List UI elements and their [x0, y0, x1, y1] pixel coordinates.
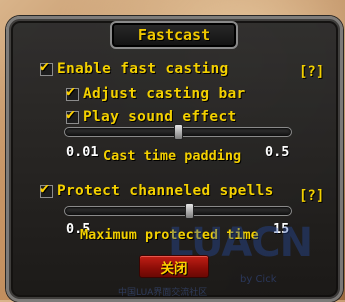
- protect-channeled-checkbox[interactable]: ✔: [40, 180, 53, 198]
- checkmark-icon: ✔: [40, 178, 50, 197]
- watermark-byline: by Cick: [240, 274, 277, 285]
- enable-fast-casting-checkbox[interactable]: ✔: [40, 58, 53, 76]
- adjust-casting-bar-checkbox[interactable]: ✔: [66, 83, 79, 101]
- play-sound-effect-checkbox[interactable]: ✔: [66, 106, 79, 124]
- play-sound-effect-option[interactable]: ✔ Play sound effect: [66, 106, 237, 125]
- watermark-site-name: 中国LUA界面交流社区: [118, 288, 208, 298]
- panel-title: Fastcast: [110, 21, 238, 49]
- cast-time-padding-slider-thumb[interactable]: [174, 124, 183, 140]
- adjust-casting-bar-label: Adjust casting bar: [83, 86, 246, 102]
- enable-fast-casting-label: Enable fast casting: [57, 61, 229, 77]
- help-icon[interactable]: [?]: [299, 64, 324, 80]
- adjust-casting-bar-option[interactable]: ✔ Adjust casting bar: [66, 83, 246, 102]
- protect-channeled-label: Protect channeled spells: [57, 183, 274, 199]
- close-button[interactable]: 关闭: [139, 255, 209, 278]
- max-protected-time-slider-thumb[interactable]: [185, 203, 195, 219]
- cast-time-padding-min: 0.01: [66, 144, 99, 160]
- cast-time-padding-label: Cast time padding: [103, 148, 242, 164]
- checkmark-icon: ✔: [66, 81, 76, 100]
- cast-time-padding-slider[interactable]: [64, 124, 292, 140]
- checkmark-icon: ✔: [40, 56, 50, 75]
- enable-fast-casting-option[interactable]: ✔ Enable fast casting: [40, 58, 229, 77]
- panel-title-text: Fastcast: [137, 26, 211, 44]
- help-icon[interactable]: [?]: [299, 188, 324, 204]
- cast-time-padding-max: 0.5: [265, 144, 290, 160]
- play-sound-effect-label: Play sound effect: [83, 109, 237, 125]
- checkmark-icon: ✔: [66, 104, 76, 123]
- protect-channeled-option[interactable]: ✔ Protect channeled spells: [40, 180, 274, 199]
- max-protected-time-slider[interactable]: [64, 203, 292, 219]
- close-button-label: 关闭: [160, 260, 188, 277]
